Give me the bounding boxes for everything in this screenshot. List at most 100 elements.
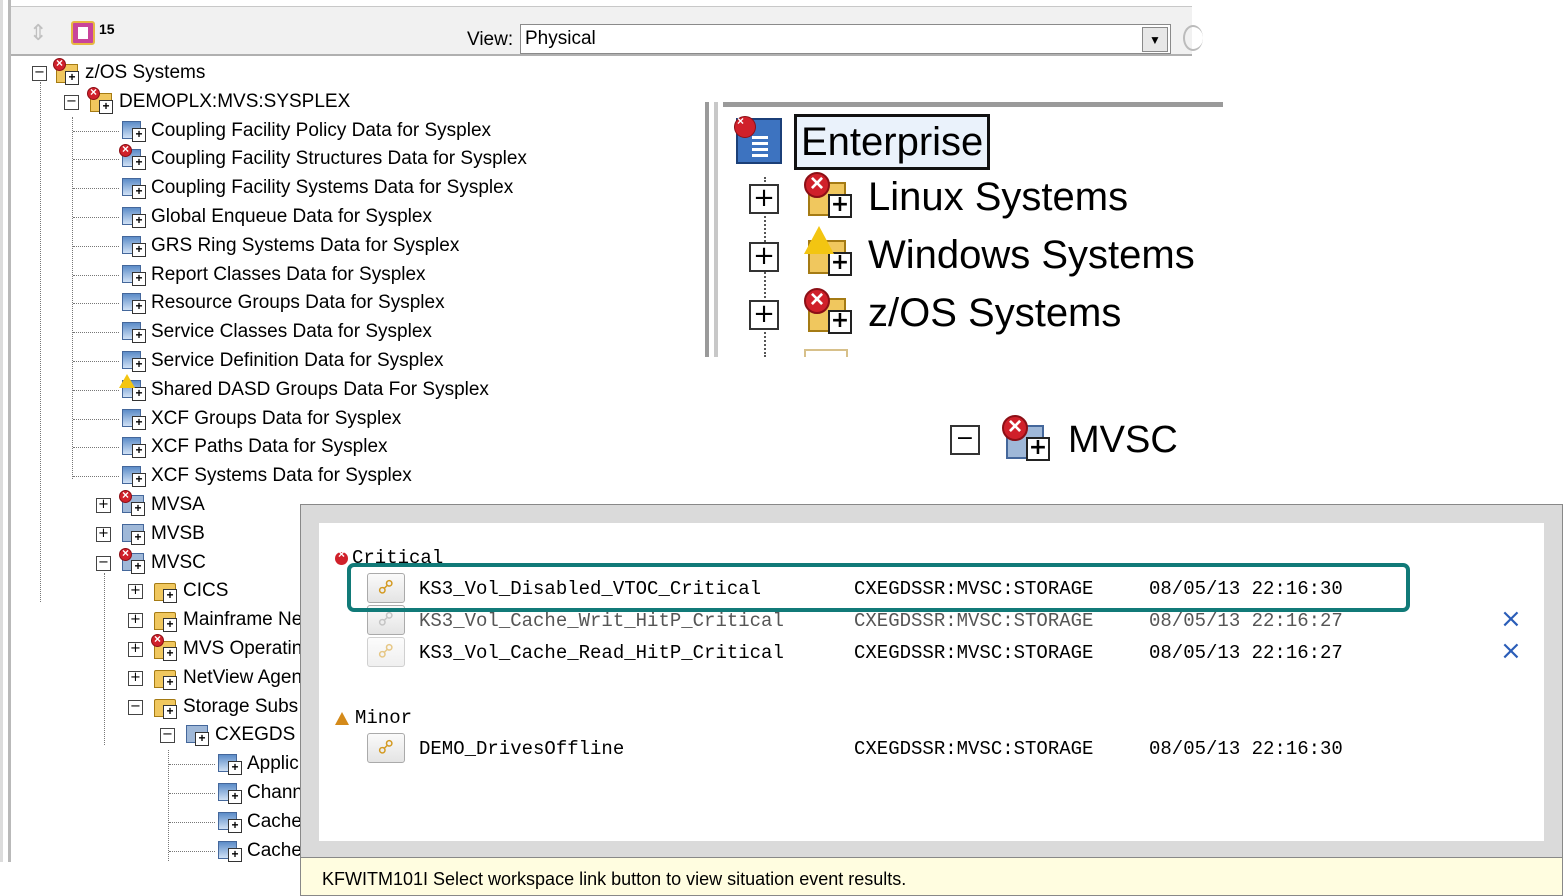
tree-node-workspace[interactable]: XCF Systems Data for Sysplex (121, 462, 412, 490)
tree-node-label: Resource Groups Data for Sysplex (151, 292, 445, 314)
tree-node-zos-systems[interactable]: + z/OS Systems (804, 286, 1121, 338)
critical-icon (53, 58, 66, 71)
tree-node-folder[interactable]: CICS (153, 577, 228, 605)
tree-node-workspace[interactable]: Report Classes Data for Sysplex (121, 261, 426, 289)
link-icon[interactable] (367, 733, 405, 763)
collapse-icon[interactable]: − (32, 66, 47, 81)
tree-node-workspace[interactable]: Applic (217, 750, 299, 778)
event-source: CXEGDSSR:MVSC:STORAGE (854, 610, 1094, 632)
folder-icon (804, 349, 848, 357)
tree-node-workspace[interactable]: Global Enqueue Data for Sysplex (121, 203, 432, 231)
tree-node-zos-systems[interactable]: z/OS Systems (53, 58, 205, 87)
workspace-icon (121, 320, 146, 344)
expander-zos[interactable]: + (749, 300, 779, 330)
tree-node-workspace[interactable]: Cache (217, 808, 302, 836)
close-icon[interactable]: × (1500, 638, 1522, 664)
tree-line (73, 303, 119, 305)
situation-count-icon[interactable] (71, 21, 95, 45)
collapse-icon[interactable]: − (160, 728, 175, 744)
event-name: KS3_Vol_Cache_Read_HitP_Critical (419, 642, 784, 664)
event-source: CXEGDSSR:MVSC:STORAGE (854, 578, 1094, 600)
tree-node-workspace[interactable]: Coupling Facility Structures Data for Sy… (119, 142, 527, 173)
tree-line (104, 572, 105, 746)
folder-icon (153, 666, 177, 690)
expand-icon[interactable]: + (128, 642, 143, 657)
expand-icon[interactable]: + (128, 670, 143, 686)
tree-node-label: XCF Groups Data for Sysplex (151, 407, 402, 429)
tree-line (169, 764, 215, 766)
tree-line (73, 332, 119, 334)
tree-node-label: Report Classes Data for Sysplex (151, 263, 426, 285)
tree-node-workspace[interactable]: XCF Groups Data for Sysplex (121, 405, 401, 433)
event-row: DEMO_DrivesOffline CXEGDSSR:MVSC:STORAGE… (367, 732, 1517, 764)
link-icon[interactable] (367, 573, 405, 603)
tree-node-workspace[interactable]: Service Definition Data for Sysplex (121, 347, 444, 375)
tree-node-workspace[interactable]: Cache (217, 837, 302, 862)
tree-node-linux-systems[interactable]: + Linux Systems (804, 170, 1128, 222)
expand-icon[interactable]: + (96, 498, 111, 513)
tree-node-workspace[interactable]: Coupling Facility Systems Data for Syspl… (121, 174, 513, 202)
navigate-icon[interactable]: ⇕ (29, 20, 55, 46)
view-label: View: (467, 29, 514, 50)
tree-node-folder[interactable]: MVS Operatin (151, 632, 302, 663)
event-row: KS3_Vol_Disabled_VTOC_Critical CXEGDSSR:… (367, 572, 1517, 604)
tree-node-system[interactable]: MVSC (119, 546, 206, 577)
dropdown-icon[interactable]: ▼ (1142, 27, 1168, 52)
tree-node-sysplex[interactable]: DEMOPLX:MVS:SYSPLEX (87, 85, 350, 116)
tree-node-workspace[interactable]: GRS Ring Systems Data for Sysplex (121, 232, 459, 260)
tree-node-workspace[interactable]: XCF Paths Data for Sysplex (121, 433, 388, 461)
workspace-icon (121, 464, 146, 488)
tree-line (73, 389, 119, 391)
situation-count: 15 (99, 21, 115, 37)
event-name: KS3_Vol_Disabled_VTOC_Critical (419, 578, 762, 600)
expander-linux[interactable]: + (749, 184, 779, 214)
tree-node-label: Mainframe Ne (183, 609, 303, 631)
tree-node-system[interactable]: MVSA (119, 488, 205, 519)
collapse-icon[interactable]: − (64, 94, 79, 110)
event-source: CXEGDSSR:MVSC:STORAGE (854, 738, 1094, 760)
expand-icon[interactable]: + (96, 526, 111, 542)
tree-line (40, 82, 41, 602)
workspace-icon (121, 349, 146, 373)
expander-windows[interactable]: + (749, 242, 779, 272)
tree-node-storage[interactable]: CXEGDS (185, 721, 295, 749)
event-name: KS3_Vol_Cache_Writ_HitP_Critical (419, 610, 784, 632)
expand-icon[interactable]: + (128, 613, 143, 629)
tree-line (73, 130, 119, 132)
monitor-icon (119, 546, 145, 575)
collapse-icon[interactable]: − (128, 699, 143, 715)
search-icon[interactable] (1183, 25, 1203, 51)
event-row: KS3_Vol_Cache_Writ_HitP_Critical CXEGDSS… (367, 604, 1522, 636)
close-icon[interactable]: × (1500, 606, 1522, 632)
tree-node-label: Cache (247, 839, 302, 861)
tree-line (169, 850, 215, 852)
minor-label: Minor (355, 707, 413, 729)
tree-node-label: XCF Paths Data for Sysplex (151, 436, 388, 458)
tree-node-folder[interactable]: NetView Agen (153, 664, 302, 692)
tree-node-workspace[interactable]: Shared DASD Groups Data For Sysplex (119, 373, 489, 404)
collapse-icon[interactable]: − (950, 425, 980, 455)
tree-node-folder[interactable]: Storage Subs (153, 693, 298, 721)
tree-line (73, 217, 119, 218)
collapse-icon[interactable]: − (96, 555, 111, 571)
tree-node-label: MVSB (151, 522, 205, 544)
tree-node-workspace[interactable]: Chann (217, 779, 303, 807)
tree-node-workspace[interactable]: Service Classes Data for Sysplex (121, 318, 432, 346)
event-time: 08/05/13 22:16:30 (1149, 738, 1343, 760)
system-icon (87, 85, 113, 114)
tree-node-enterprise[interactable]: Enterprise (794, 114, 991, 170)
tree-node-workspace[interactable]: Resource Groups Data for Sysplex (121, 289, 445, 317)
link-icon[interactable] (367, 637, 405, 667)
tree-line (73, 188, 119, 190)
tree-node-windows-systems[interactable]: + Windows Systems (804, 226, 1195, 280)
view-select[interactable]: Physical (520, 24, 1171, 54)
workspace-icon (121, 205, 146, 229)
critical-icon (119, 142, 132, 158)
tree-node-system[interactable]: MVSB (121, 520, 205, 548)
tree-node-workspace[interactable]: Coupling Facility Policy Data for Sysple… (121, 117, 491, 145)
link-icon[interactable] (367, 605, 405, 635)
expand-icon[interactable]: + (128, 584, 143, 600)
tree-node-folder[interactable]: Mainframe Ne (153, 606, 302, 634)
tree-line (73, 361, 119, 362)
folder-icon (153, 608, 177, 633)
